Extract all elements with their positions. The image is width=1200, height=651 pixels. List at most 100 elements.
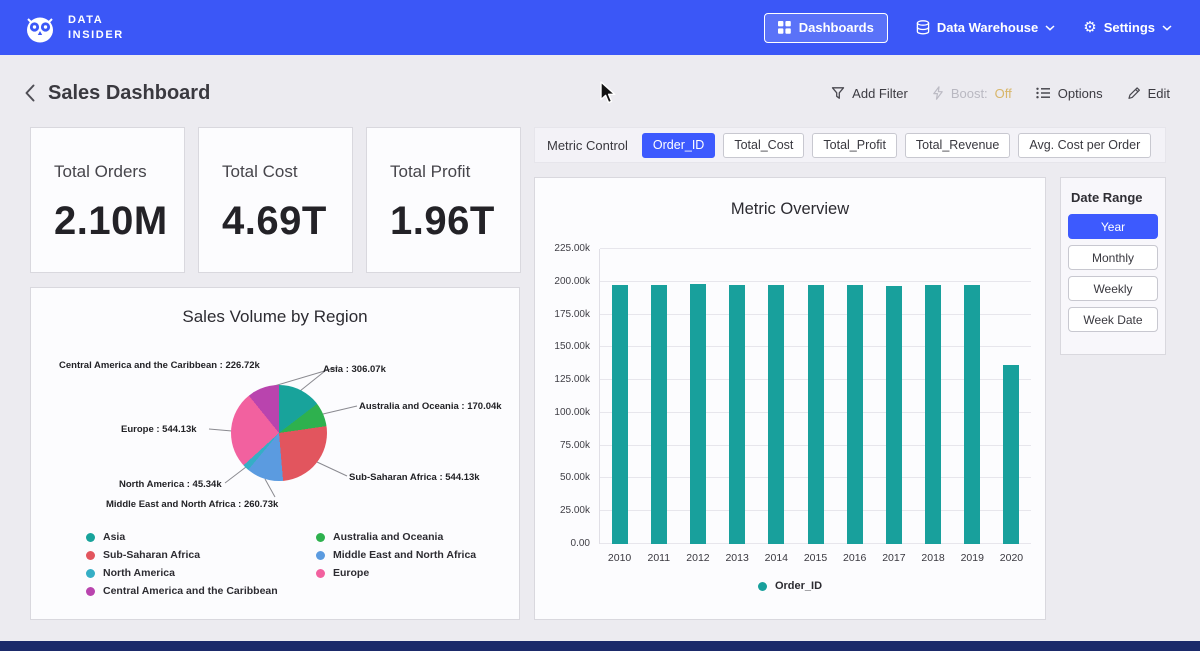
legend-item-australia-and-oceania[interactable]: Australia and Oceania	[316, 531, 476, 543]
pie-label-central-america-and-the-caribbean: Central America and the Caribbean : 226.…	[59, 360, 260, 371]
dashboard-grid-icon	[778, 21, 791, 34]
legend-label: Sub-Saharan Africa	[103, 549, 200, 561]
legend-item-asia[interactable]: Asia	[86, 531, 316, 543]
bar-2011[interactable]	[651, 285, 667, 544]
y-tick-label: 50.00k	[560, 473, 590, 483]
bar-2016[interactable]	[847, 285, 863, 544]
add-filter-label: Add Filter	[852, 86, 908, 101]
boost-toggle[interactable]: Boost: Off	[932, 86, 1012, 101]
bar-2020[interactable]	[1003, 365, 1019, 544]
date-range-button-year[interactable]: Year	[1068, 214, 1158, 239]
pie-chart-title: Sales Volume by Region	[31, 307, 519, 327]
date-range-button-week-date[interactable]: Week Date	[1068, 307, 1158, 332]
bar-slot	[796, 249, 835, 544]
x-tick-label: 2012	[678, 552, 717, 564]
filter-funnel-icon	[831, 86, 845, 100]
kpi-label: Total Cost	[222, 162, 352, 182]
database-icon	[916, 20, 930, 35]
legend-label: Europe	[333, 567, 369, 579]
brand-text: DATA INSIDER	[68, 13, 124, 43]
bar-2019[interactable]	[964, 285, 980, 544]
footer-bar	[0, 641, 1200, 651]
data-warehouse-menu[interactable]: Data Warehouse	[916, 20, 1055, 35]
y-tick-label: 225.00k	[554, 244, 590, 254]
dashboards-label: Dashboards	[799, 20, 874, 35]
bar-2017[interactable]	[886, 286, 902, 544]
add-filter-button[interactable]: Add Filter	[831, 86, 908, 101]
date-range-panel: Date Range Year Monthly Weekly Week Date	[1060, 177, 1166, 355]
bar-2013[interactable]	[729, 285, 745, 544]
kpi-value: 1.96T	[390, 199, 520, 244]
edit-label: Edit	[1148, 86, 1170, 101]
settings-label: Settings	[1104, 20, 1155, 35]
legend-label: Australia and Oceania	[333, 531, 443, 543]
bar-2018[interactable]	[925, 285, 941, 544]
edit-button[interactable]: Edit	[1127, 86, 1170, 101]
bar-chart-title: Metric Overview	[535, 200, 1045, 219]
metric-control-bar: Metric Control Order_IDTotal_CostTotal_P…	[534, 127, 1166, 163]
pie-label-north-america: North America : 45.34k	[119, 479, 222, 490]
pie-graphic[interactable]	[231, 385, 327, 481]
bar-slot	[757, 249, 796, 544]
settings-menu[interactable]: ⚙ Settings	[1083, 20, 1172, 35]
back-button[interactable]	[24, 83, 36, 103]
legend-item-middle-east-and-north-africa[interactable]: Middle East and North Africa	[316, 549, 476, 561]
data-warehouse-label: Data Warehouse	[937, 20, 1038, 35]
legend-item-europe[interactable]: Europe	[316, 567, 476, 579]
boost-label: Boost:	[951, 86, 988, 101]
metric-button-total-revenue[interactable]: Total_Revenue	[905, 133, 1010, 158]
bar-slot	[874, 249, 913, 544]
date-range-button-weekly[interactable]: Weekly	[1068, 276, 1158, 301]
metric-button-total-cost[interactable]: Total_Cost	[723, 133, 804, 158]
gear-icon: ⚙	[1083, 20, 1096, 35]
bar-legend-label[interactable]: Order_ID	[775, 580, 822, 592]
x-tick-label: 2015	[796, 552, 835, 564]
options-label: Options	[1058, 86, 1103, 101]
pie-chart-card: Sales Volume by Region Central America a…	[30, 287, 520, 620]
x-tick-label: 2018	[914, 552, 953, 564]
chevron-left-icon	[24, 83, 36, 103]
pie-label-asia: Asia : 306.07k	[323, 364, 386, 375]
dashboards-button[interactable]: Dashboards	[764, 13, 888, 43]
bars	[600, 249, 1031, 544]
date-range-buttons: Year Monthly Weekly Week Date	[1068, 214, 1158, 332]
metric-button-total-profit[interactable]: Total_Profit	[812, 133, 897, 158]
metric-buttons: Order_ID Total_Cost Total_Profit Total_Reve…	[642, 133, 1151, 158]
bar-slot	[992, 249, 1031, 544]
y-tick-label: 0.00	[571, 539, 590, 549]
metric-button-avg-cost-per-order[interactable]: Avg. Cost per Order	[1018, 133, 1151, 158]
bar-2010[interactable]	[612, 285, 628, 544]
kpi-card-total-orders: Total Orders 2.10M	[30, 127, 185, 273]
kpi-value: 4.69T	[222, 199, 352, 244]
plot-area	[599, 249, 1031, 544]
bar-chart-card: Metric Overview 0.0025.00k50.00k75.00k10…	[534, 177, 1046, 620]
legend-item-sub-saharan-africa[interactable]: Sub-Saharan Africa	[86, 549, 316, 561]
y-tick-label: 25.00k	[560, 506, 590, 516]
legend-dot	[86, 587, 95, 596]
y-axis: 0.0025.00k50.00k75.00k100.00k125.00k150.…	[543, 244, 599, 549]
legend-dot	[758, 582, 767, 591]
pie-label-middle-east-and-north-africa: Middle East and North Africa : 260.73k	[106, 499, 278, 510]
date-range-button-monthly[interactable]: Monthly	[1068, 245, 1158, 270]
chevron-down-icon	[1045, 25, 1055, 31]
x-tick-label: 2016	[835, 552, 874, 564]
legend-label: Middle East and North Africa	[333, 549, 476, 561]
legend-dot	[316, 569, 325, 578]
x-tick-label: 2014	[757, 552, 796, 564]
x-tick-label: 2013	[718, 552, 757, 564]
legend-item-north-america[interactable]: North America	[86, 567, 316, 579]
bar-2012[interactable]	[690, 284, 706, 544]
brand-line1: DATA	[68, 13, 124, 28]
date-range-title: Date Range	[1071, 190, 1158, 205]
y-tick-label: 100.00k	[554, 408, 590, 418]
bar-2014[interactable]	[768, 285, 784, 544]
bar-chart-legend: Order_ID	[535, 580, 1045, 592]
legend-dot	[86, 569, 95, 578]
x-tick-label: 2019	[953, 552, 992, 564]
legend-item-central-america-and-the-caribbean[interactable]: Central America and the Caribbean	[86, 585, 316, 597]
metric-button-order-id[interactable]: Order_ID	[642, 133, 715, 158]
bar-slot	[835, 249, 874, 544]
dashboard-header: Sales Dashboard Add Filter Boost: Off	[24, 76, 1170, 110]
bar-2015[interactable]	[808, 285, 824, 544]
options-button[interactable]: Options	[1036, 86, 1103, 101]
